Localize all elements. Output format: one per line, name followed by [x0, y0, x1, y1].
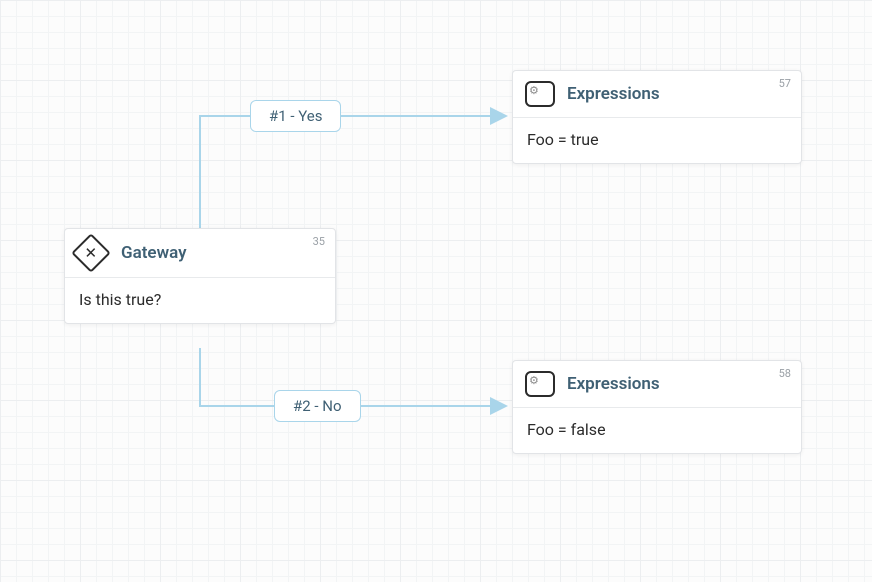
node-header: ✕ Gateway: [65, 229, 335, 278]
gateway-icon: ✕: [71, 233, 111, 273]
expressions-icon: ⚙: [525, 371, 555, 397]
diagram-canvas[interactable]: 35 ✕ Gateway Is this true? #1 - Yes #2 -…: [0, 0, 872, 582]
gateway-node[interactable]: 35 ✕ Gateway Is this true?: [64, 228, 336, 324]
node-body: Is this true?: [65, 278, 335, 323]
expressions-icon: ⚙: [525, 81, 555, 107]
node-body: Foo = false: [513, 408, 801, 453]
node-title: Expressions: [567, 84, 660, 104]
node-title: Gateway: [121, 243, 187, 263]
node-body: Foo = true: [513, 118, 801, 163]
branch-label-yes[interactable]: #1 - Yes: [250, 100, 341, 132]
node-header: ⚙ Expressions: [513, 71, 801, 118]
node-title: Expressions: [567, 374, 660, 394]
node-header: ⚙ Expressions: [513, 361, 801, 408]
branch-label-no[interactable]: #2 - No: [274, 390, 361, 422]
connector-yes: [200, 116, 505, 228]
node-id: 57: [779, 77, 791, 90]
expressions-node-1[interactable]: 57 ⚙ Expressions Foo = true: [512, 70, 802, 164]
node-id: 35: [313, 235, 325, 248]
node-id: 58: [779, 367, 791, 380]
expressions-node-2[interactable]: 58 ⚙ Expressions Foo = false: [512, 360, 802, 454]
